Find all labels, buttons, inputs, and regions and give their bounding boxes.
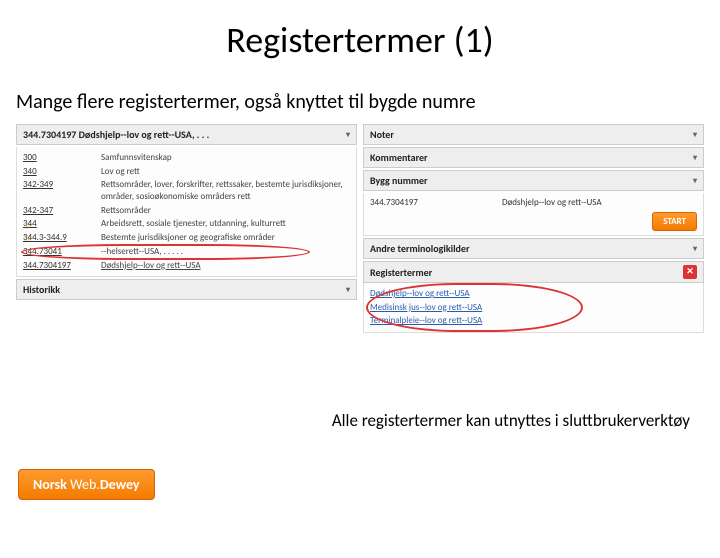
kommentarer-header[interactable]: Kommentarer ▾: [363, 147, 704, 168]
chevron-down-icon: ▾: [346, 130, 350, 140]
kilder-label: Andre terminologikilder: [370, 242, 470, 255]
class-row[interactable]: 342-347Rettsområder: [23, 204, 350, 218]
historikk-header[interactable]: Historikk ▾: [16, 279, 357, 300]
register-term[interactable]: Dødshjelp--lov og rett--USA: [370, 287, 697, 301]
chevron-down-icon: ▾: [693, 244, 697, 254]
registertermer-label: Registertermer: [370, 266, 432, 279]
historikk-label: Historikk: [23, 283, 60, 296]
bygg-body: 344.7304197 Dødshjelp--lov og rett--USA …: [363, 193, 704, 236]
start-button[interactable]: START: [652, 212, 697, 231]
class-row-highlighted[interactable]: 344.73041--helserett--USA, . . . . .: [23, 245, 350, 259]
noter-header[interactable]: Noter ▾: [363, 124, 704, 145]
chevron-down-icon: ▾: [346, 285, 350, 295]
class-row[interactable]: 300Samfunnsvitenskap: [23, 151, 350, 165]
brand-badge: Norsk Web.Dewey: [18, 469, 155, 500]
slide-footnote: Alle registertermer kan utnyttes i slutt…: [332, 410, 690, 431]
chevron-down-icon: ▾: [693, 176, 697, 186]
classification-body: ☞ ☞ 300Samfunnsvitenskap 340Lov og rett …: [16, 147, 357, 277]
slide-title: Registertermer (1): [0, 18, 720, 62]
pointer-icon: ☞: [23, 231, 37, 245]
left-pane: 344.7304197 Dødshjelp--lov og rett--USA,…: [16, 124, 357, 333]
bygg-desc: Dødshjelp--lov og rett--USA: [502, 197, 697, 208]
register-term[interactable]: Medisinsk jus--lov og rett--USA: [370, 301, 697, 315]
noter-label: Noter: [370, 128, 394, 141]
classification-title: 344.7304197 Dødshjelp--lov og rett--USA,…: [23, 128, 209, 141]
app-screenshot: 344.7304197 Dødshjelp--lov og rett--USA,…: [16, 124, 704, 333]
class-row[interactable]: 344.7304197Dødshjelp--lov og rett--USA: [23, 259, 350, 273]
slide-subtitle: Mange flere registertermer, også knyttet…: [16, 90, 720, 114]
bygg-header[interactable]: Bygg nummer ▾: [363, 170, 704, 191]
brand-part-b: Web.: [70, 476, 100, 493]
close-icon[interactable]: ✕: [683, 265, 697, 279]
class-row[interactable]: 340Lov og rett: [23, 165, 350, 179]
kilder-header[interactable]: Andre terminologikilder ▾: [363, 238, 704, 259]
brand-part-a: Norsk: [33, 476, 70, 493]
class-row[interactable]: 342-349Rettsområder, lover, forskrifter,…: [23, 178, 350, 203]
bygg-code: 344.7304197: [370, 197, 490, 208]
registertermer-body: Dødshjelp--lov og rett--USA Medisinsk ju…: [363, 283, 704, 333]
class-row[interactable]: 344Arbeidsrett, sosiale tjenester, utdan…: [23, 217, 350, 231]
register-term[interactable]: Terminalpleie--lov og rett--USA: [370, 314, 697, 328]
registertermer-header[interactable]: Registertermer ✕: [363, 261, 704, 283]
chevron-down-icon: ▾: [693, 153, 697, 163]
class-row[interactable]: 344.3-344.9Bestemte jurisdiksjoner og ge…: [23, 231, 350, 245]
bygg-label: Bygg nummer: [370, 174, 428, 187]
right-pane: Noter ▾ Kommentarer ▾ Bygg nummer ▾ 344.…: [363, 124, 704, 333]
kommentarer-label: Kommentarer: [370, 151, 428, 164]
classification-header[interactable]: 344.7304197 Dødshjelp--lov og rett--USA,…: [16, 124, 357, 145]
chevron-down-icon: ▾: [693, 130, 697, 140]
brand-part-c: Dewey: [100, 476, 140, 493]
